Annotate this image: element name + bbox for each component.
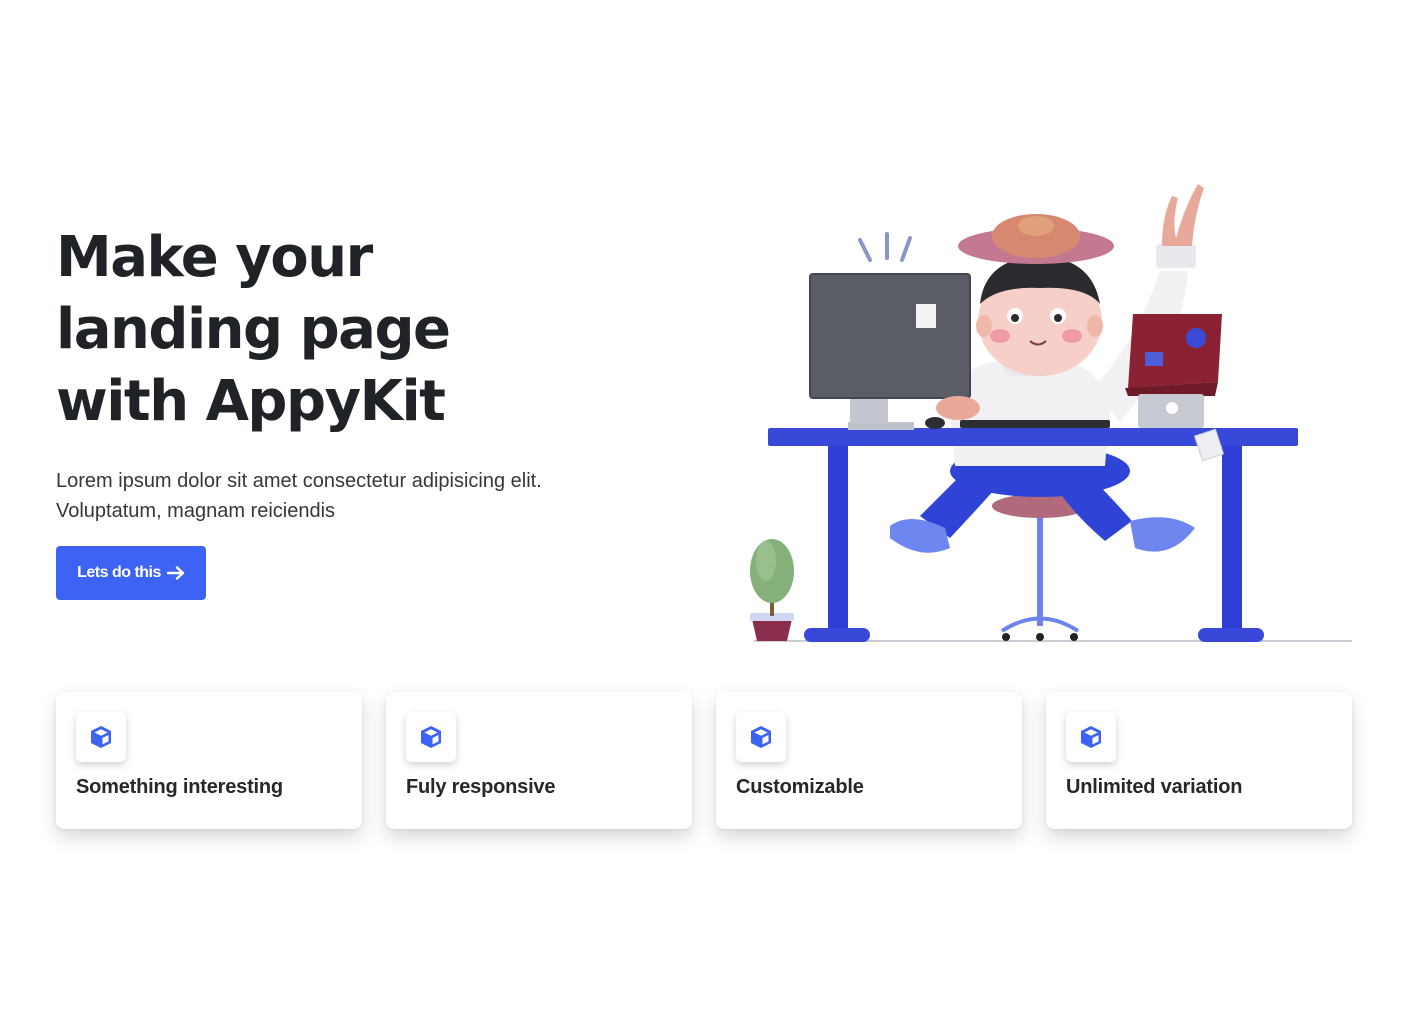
person-at-desk-illustration — [750, 184, 1352, 642]
hero-description-line: Lorem ipsum dolor sit amet consectetur a… — [56, 470, 542, 492]
cube-icon — [751, 726, 771, 748]
feature-card: Fuly responsive — [386, 692, 692, 829]
feature-card: Customizable — [716, 692, 1022, 829]
hero-text: Make your landing page with AppyKit Lore… — [56, 222, 656, 526]
feature-label: Fuly responsive — [406, 776, 556, 798]
feature-label: Customizable — [736, 776, 864, 798]
cta-button[interactable]: Lets do this — [56, 546, 206, 600]
hero-title-line: landing page — [56, 297, 451, 362]
hero-description: Lorem ipsum dolor sit amet consectetur a… — [56, 466, 616, 526]
cube-icon — [1081, 726, 1101, 748]
features-section: Something interesting Fuly responsive Cu… — [56, 692, 1352, 829]
cta-label: Lets do this — [77, 564, 161, 581]
cube-icon-tile — [736, 712, 786, 762]
feature-label: Something interesting — [76, 776, 283, 798]
hero-title-line: Make your — [56, 225, 373, 290]
feature-card: Something interesting — [56, 692, 362, 829]
plant-illustration — [750, 539, 794, 641]
hero-title: Make your landing page with AppyKit — [56, 222, 656, 438]
cube-icon — [421, 726, 441, 748]
cube-icon-tile — [76, 712, 126, 762]
feature-card: Unlimited variation — [1046, 692, 1352, 829]
cube-icon-tile — [406, 712, 456, 762]
arrow-right-icon — [166, 566, 185, 580]
hero-title-line: with AppyKit — [56, 369, 446, 434]
cube-icon-tile — [1066, 712, 1116, 762]
feature-label: Unlimited variation — [1066, 776, 1243, 798]
laptop-illustration — [1125, 314, 1222, 428]
hero-description-line: Voluptatum, magnam reiciendis — [56, 500, 336, 522]
person-head-illustration — [958, 214, 1114, 376]
cube-icon — [91, 726, 111, 748]
